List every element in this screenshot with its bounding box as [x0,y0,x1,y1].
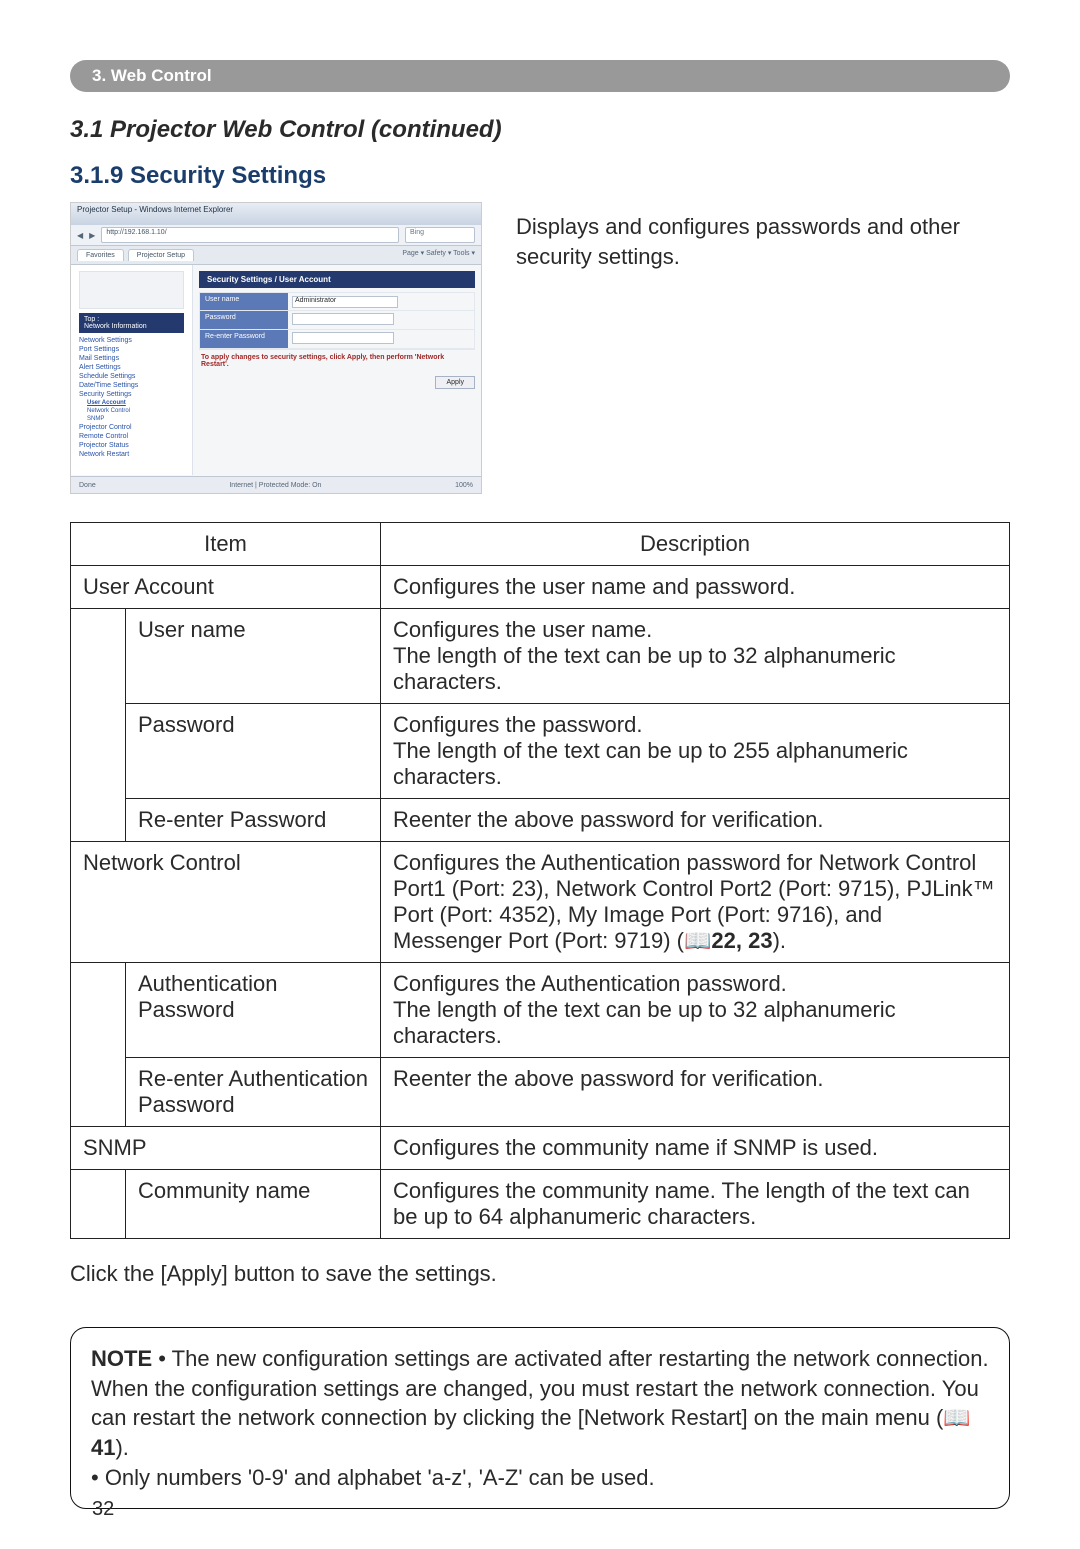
note-lead: NOTE [91,1346,152,1371]
panel-title: Security Settings / User Account [199,271,475,288]
item-cell: Re-enter Authentication Password [126,1058,381,1127]
label-username: User name [200,293,288,310]
config-screenshot: Projector Setup - Windows Internet Explo… [70,202,482,494]
note-body3: • Only numbers '0-9' and alphabet 'a-z',… [91,1465,655,1490]
input-password[interactable] [292,313,394,325]
label-reenter-password: Re-enter Password [200,330,288,348]
desc-cell: Configures the user name and password. [381,566,1010,609]
section-heading: 3.1 Projector Web Control (continued) [70,116,1010,144]
desc-cell: Configures the password.The length of th… [381,704,1010,799]
status-right: 100% [455,482,473,489]
tab-favorites[interactable]: Favorites [77,249,124,261]
sidebar-item-port-settings[interactable]: Port Settings [79,345,184,354]
desc-cell: Reenter the above password for verificat… [381,1058,1010,1127]
note-ref: 41 [91,1435,115,1460]
item-cell: Re-enter Password [126,799,381,842]
table-row: Re-enter Authentication Password Reenter… [71,1058,1010,1127]
sidebar-item-alert-settings[interactable]: Alert Settings [79,363,184,372]
note-body1: • The new configuration settings are act… [91,1346,989,1430]
sidebar-item-network-restart[interactable]: Network Restart [79,450,184,459]
logo-placeholder [79,271,184,309]
table-row: User Account Configures the user name an… [71,566,1010,609]
desc-cell: Configures the community name. The lengt… [381,1170,1010,1239]
page-number: 32 [92,1498,114,1521]
item-cell: Network Control [71,842,381,963]
sidebar-item-datetime-settings[interactable]: Date/Time Settings [79,381,184,390]
sidebar-item-remote-control[interactable]: Remote Control [79,432,184,441]
tab-projector-setup[interactable]: Projector Setup [128,249,194,261]
sidebar-sub-snmp[interactable]: SNMP [79,415,184,423]
table-row: Password Configures the password.The len… [71,704,1010,799]
status-mid: Internet | Protected Mode: On [229,482,321,489]
note-box: NOTE • The new configuration settings ar… [70,1327,1010,1509]
item-cell: Authentication Password [126,963,381,1058]
book-icon: 📖 [943,1405,970,1430]
table-row: Authentication Password Configures the A… [71,963,1010,1058]
sidebar-item-projector-status[interactable]: Projector Status [79,441,184,450]
table-row: Re-enter Password Reenter the above pass… [71,799,1010,842]
note-body2: ). [115,1435,128,1460]
indent-cell [71,963,126,1127]
item-cell: SNMP [71,1127,381,1170]
table-header-item: Item [71,523,381,566]
sidebar-sub-network-control[interactable]: Network Control [79,407,184,415]
table-row: Network Control Configures the Authentic… [71,842,1010,963]
user-account-form: User name Administrator Password Re-enter… [199,292,475,350]
indent-cell [71,1170,126,1239]
sidebar-item-schedule-settings[interactable]: Schedule Settings [79,372,184,381]
desc-cell: Configures the Authentication password f… [381,842,1010,963]
sidebar: Top :Network Information Network Setting… [71,265,193,475]
intro-text: Displays and configures passwords and ot… [516,202,1010,271]
sidebar-sub-user-account[interactable]: User Account [79,399,184,407]
table-header-description: Description [381,523,1010,566]
sidebar-header: Top :Network Information [79,313,184,333]
apply-button[interactable]: Apply [435,376,475,389]
desc-cell: Configures the Authentication password.T… [381,963,1010,1058]
search-input[interactable]: Bing [405,227,475,243]
table-row: SNMP Configures the community name if SN… [71,1127,1010,1170]
input-username[interactable]: Administrator [292,296,398,308]
apply-message: To apply changes to security settings, c… [199,350,475,372]
item-cell: Community name [126,1170,381,1239]
url-bar[interactable]: http://192.168.1.10/ [101,227,399,243]
back-icon[interactable]: ◀ [77,231,83,240]
section-tab: 3. Web Control [70,60,1010,92]
sidebar-item-network-settings[interactable]: Network Settings [79,336,184,345]
book-icon: 📖 [684,928,711,953]
desc-cell: Configures the community name if SNMP is… [381,1127,1010,1170]
table-row: User name Configures the user name.The l… [71,609,1010,704]
input-reenter-password[interactable] [292,332,394,344]
sidebar-item-security-settings[interactable]: Security Settings [79,390,184,399]
table-row: Community name Configures the community … [71,1170,1010,1239]
item-cell: User Account [71,566,381,609]
sidebar-item-projector-control[interactable]: Projector Control [79,423,184,432]
subsection-heading: 3.1.9 Security Settings [70,162,1010,190]
window-title: Projector Setup - Windows Internet Explo… [71,203,481,225]
indent-cell [71,609,126,842]
sidebar-item-mail-settings[interactable]: Mail Settings [79,354,184,363]
toolbar-text: Page ▾ Safety ▾ Tools ▾ [402,249,475,261]
item-cell: Password [126,704,381,799]
status-left: Done [79,482,96,489]
apply-instruction: Click the [Apply] button to save the set… [70,1261,1010,1287]
desc-cell: Reenter the above password for verificat… [381,799,1010,842]
label-password: Password [200,311,288,329]
item-cell: User name [126,609,381,704]
settings-table: Item Description User Account Configures… [70,522,1010,1239]
forward-icon[interactable]: ▶ [89,231,95,240]
desc-cell: Configures the user name.The length of t… [381,609,1010,704]
